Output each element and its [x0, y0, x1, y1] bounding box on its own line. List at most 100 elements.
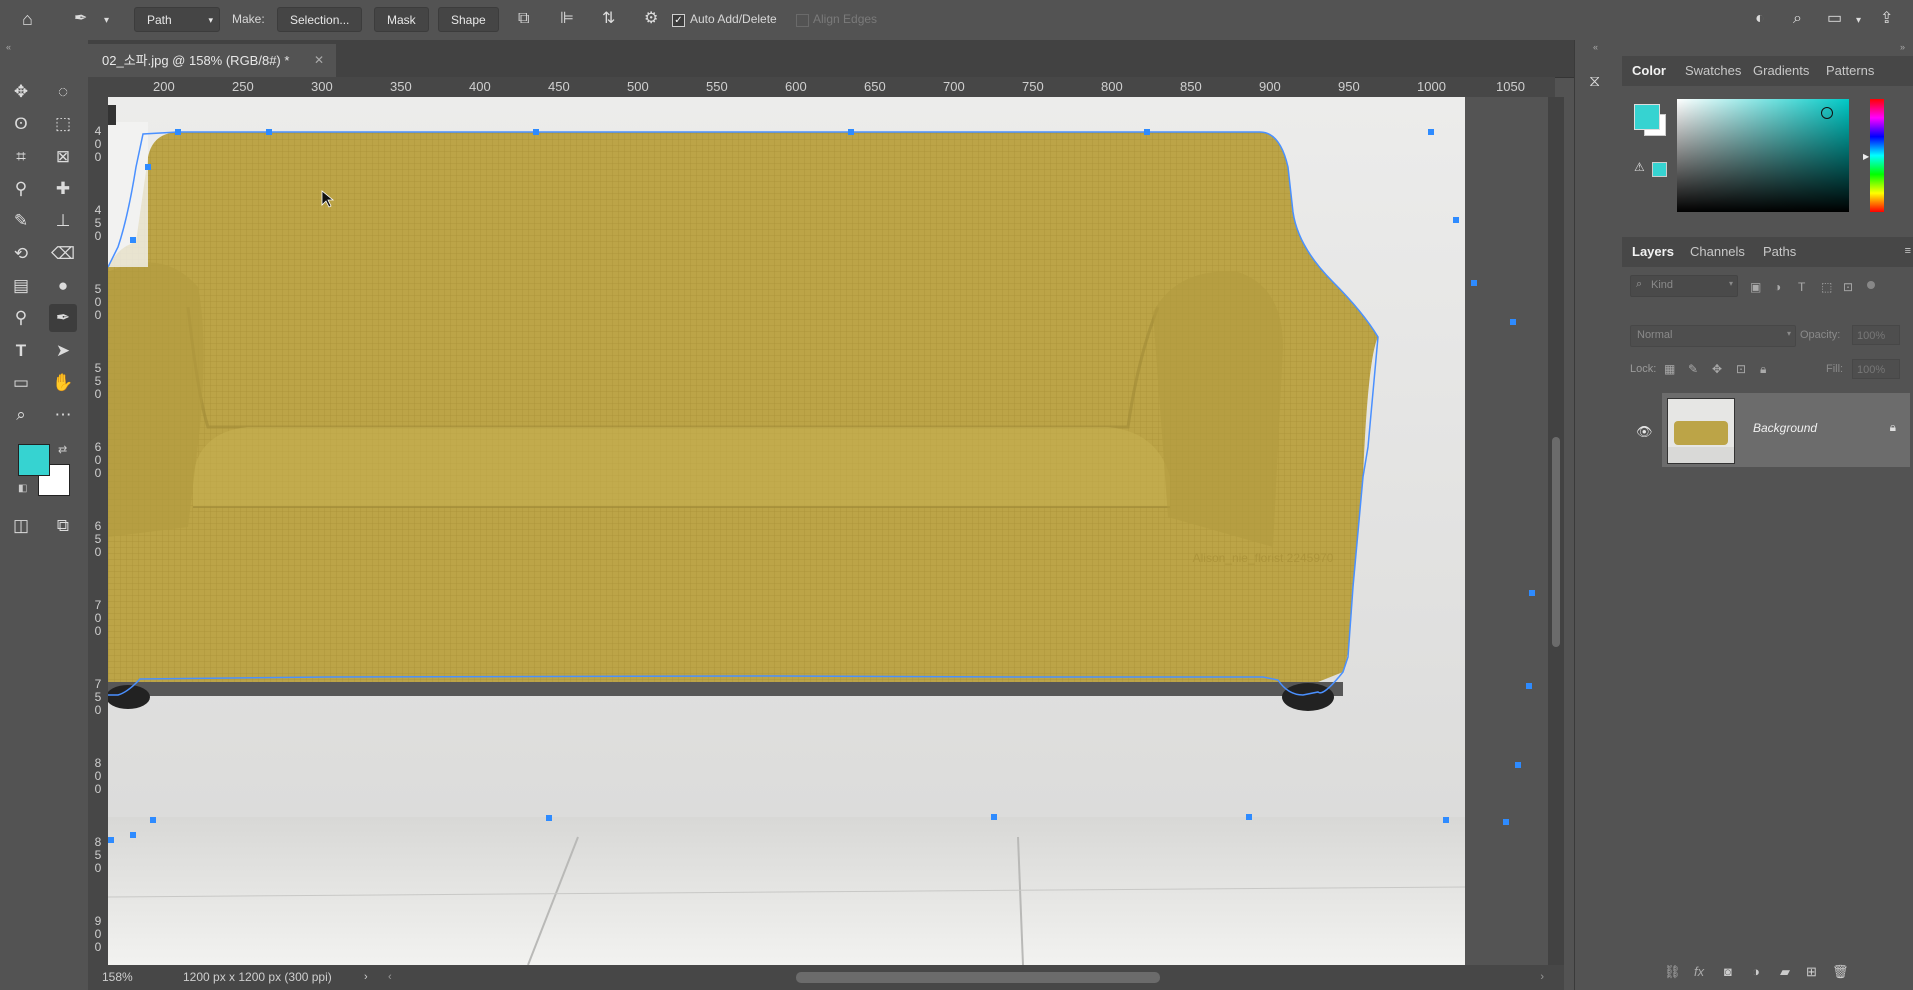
path-operations-icon[interactable]: ⧉: [518, 11, 529, 27]
gamut-warning-icon[interactable]: ⚠: [1634, 160, 1645, 174]
align-edges-checkbox[interactable]: [796, 14, 809, 27]
eyedropper-tool-icon[interactable]: ⚲: [7, 175, 35, 203]
rectangle-tool-icon[interactable]: ▭: [7, 369, 35, 397]
fill-input[interactable]: 100%: [1852, 359, 1900, 379]
adjustment-layer-icon[interactable]: ◑: [1752, 964, 1760, 980]
search-icon[interactable]: ⌕: [1793, 11, 1802, 27]
type-tool-icon[interactable]: T: [7, 337, 35, 365]
horizontal-ruler[interactable]: 200 250 300 350 400 450 500 550 600 650 700 750 800 8…: [108, 77, 1555, 98]
tool-preset-chevron-icon[interactable]: ▾: [104, 13, 109, 29]
mask-button[interactable]: Mask: [374, 7, 429, 32]
clone-stamp-tool-icon[interactable]: ⊥: [49, 207, 77, 235]
collapse-icon[interactable]: «: [6, 42, 11, 52]
filter-pixel-icon[interactable]: ▣: [1750, 279, 1761, 295]
path-alignment-icon[interactable]: ⊫: [560, 11, 574, 27]
default-colors-icon[interactable]: ◧: [18, 483, 27, 494]
eye-icon[interactable]: 👁︎: [1636, 424, 1653, 440]
tab-layers[interactable]: Layers: [1632, 237, 1674, 267]
new-layer-icon[interactable]: ⊞: [1806, 964, 1817, 980]
quick-mask-icon[interactable]: ◫: [7, 512, 35, 540]
add-mask-icon[interactable]: ◙: [1724, 964, 1732, 980]
screen-mode-icon[interactable]: ⧉: [49, 512, 77, 540]
vertical-ruler[interactable]: 4 0 0 4 5 0 5 0 0 5 5 0 6 0 0 6 5 0 7 0 0 7 5 0…: [88, 97, 109, 965]
workspace-chevron-icon[interactable]: ▾: [1856, 13, 1861, 29]
panel-menu-icon[interactable]: ≡: [1905, 245, 1911, 257]
new-group-icon[interactable]: ▰: [1780, 964, 1790, 980]
close-tab-icon[interactable]: ✕: [314, 44, 324, 77]
home-icon[interactable]: ⌂: [22, 10, 33, 28]
zoom-level[interactable]: 158%: [102, 965, 133, 990]
tab-patterns[interactable]: Patterns: [1826, 56, 1874, 86]
scroll-right-icon[interactable]: ›: [1540, 965, 1544, 990]
tab-paths[interactable]: Paths: [1763, 237, 1796, 267]
history-panel-icon[interactable]: ⧖: [1589, 74, 1600, 90]
blur-tool-icon[interactable]: ●: [49, 272, 77, 300]
auto-add-delete-checkbox[interactable]: ✓: [672, 14, 685, 27]
gradient-tool-icon[interactable]: ▤: [7, 272, 35, 300]
filter-adjustment-icon[interactable]: ◑: [1774, 279, 1781, 295]
trash-icon[interactable]: 🗑︎: [1832, 964, 1849, 980]
tab-swatches[interactable]: Swatches: [1685, 56, 1741, 86]
filter-type-icon[interactable]: T: [1798, 279, 1805, 295]
lasso-tool-icon[interactable]: ʘ: [7, 110, 35, 138]
opacity-input[interactable]: 100%: [1852, 325, 1900, 345]
filter-smart-object-icon[interactable]: ⊡: [1843, 279, 1853, 295]
marquee-tool-icon[interactable]: ◌: [49, 78, 77, 106]
horizontal-scrollbar-thumb[interactable]: [796, 972, 1160, 983]
vertical-scrollbar-thumb[interactable]: [1552, 437, 1560, 647]
document-tab[interactable]: 02_소파.jpg @ 158% (RGB/8#) * ✕: [88, 44, 336, 77]
filter-shape-icon[interactable]: ⬚: [1821, 279, 1832, 295]
share-icon[interactable]: ⇪: [1880, 11, 1893, 27]
gear-icon[interactable]: ⚙: [644, 11, 658, 27]
blend-mode-select[interactable]: Normal ▾: [1630, 325, 1796, 347]
history-brush-tool-icon[interactable]: ⟲: [7, 240, 35, 268]
document-info[interactable]: 1200 px x 1200 px (300 ppi): [183, 965, 332, 990]
frame-tool-icon[interactable]: ⊠: [49, 143, 77, 171]
selection-button[interactable]: Selection...: [277, 7, 363, 32]
lock-transparent-pixels-icon[interactable]: ▦: [1664, 361, 1675, 377]
tab-gradients[interactable]: Gradients: [1753, 56, 1809, 86]
color-picker-marker[interactable]: [1821, 107, 1833, 119]
layer-name[interactable]: Background: [1753, 421, 1817, 435]
dock-collapse-icon[interactable]: »: [1900, 42, 1905, 52]
workspace-icon[interactable]: ▭: [1827, 11, 1842, 27]
layer-style-icon[interactable]: fx: [1694, 964, 1704, 980]
status-chevron-icon[interactable]: ›: [364, 965, 368, 990]
hand-tool-icon[interactable]: ✋: [49, 369, 77, 397]
scroll-left-icon[interactable]: ‹: [388, 965, 392, 990]
zoom-tool-icon[interactable]: ⌕: [7, 401, 35, 429]
path-arrangement-icon[interactable]: ⇅: [602, 11, 615, 27]
tab-color[interactable]: Color: [1632, 56, 1666, 86]
lock-all-icon[interactable]: 🔒︎: [1760, 361, 1766, 377]
eraser-tool-icon[interactable]: ⌫: [49, 240, 77, 268]
move-tool-icon[interactable]: ✥: [7, 78, 35, 106]
filter-toggle-icon[interactable]: [1867, 281, 1875, 289]
color-picker-field[interactable]: [1677, 99, 1849, 212]
tool-mode-select[interactable]: Path ▾: [134, 7, 220, 32]
document-canvas[interactable]: Alison_nie_florist 2245970: [108, 97, 1548, 965]
hue-slider-marker[interactable]: ▶: [1863, 152, 1869, 161]
link-layers-icon[interactable]: ⛓: [1664, 964, 1681, 980]
color-panel-foreground[interactable]: [1634, 104, 1660, 130]
pen-tool-icon[interactable]: ✒: [74, 11, 87, 27]
ruler-origin[interactable]: [88, 77, 108, 97]
crop-tool-icon[interactable]: ⌗: [7, 143, 35, 171]
vertical-scrollbar[interactable]: [1548, 97, 1564, 965]
lock-artboard-icon[interactable]: ⊡: [1736, 361, 1746, 377]
foreground-color-swatch[interactable]: [18, 444, 50, 476]
more-tools-icon[interactable]: ⋯: [49, 401, 77, 429]
gamut-color-swatch[interactable]: [1652, 162, 1667, 177]
tab-channels[interactable]: Channels: [1690, 237, 1745, 267]
layer-filter-select[interactable]: ⌕ Kind ▾: [1630, 275, 1738, 297]
healing-brush-tool-icon[interactable]: ✚: [49, 175, 77, 203]
pen-tool-icon[interactable]: ✒: [49, 304, 77, 332]
hue-slider[interactable]: [1870, 99, 1884, 212]
expand-icon[interactable]: «: [1593, 42, 1598, 52]
path-selection-tool-icon[interactable]: ➤: [49, 337, 77, 365]
brush-tool-icon[interactable]: ✎: [7, 207, 35, 235]
object-selection-tool-icon[interactable]: ⬚: [49, 110, 77, 138]
dodge-tool-icon[interactable]: ⚲: [7, 304, 35, 332]
layer-row-background[interactable]: Background 🔒︎: [1662, 393, 1910, 467]
swap-colors-icon[interactable]: ⇄: [58, 443, 67, 456]
lock-position-icon[interactable]: ✥: [1712, 361, 1722, 377]
